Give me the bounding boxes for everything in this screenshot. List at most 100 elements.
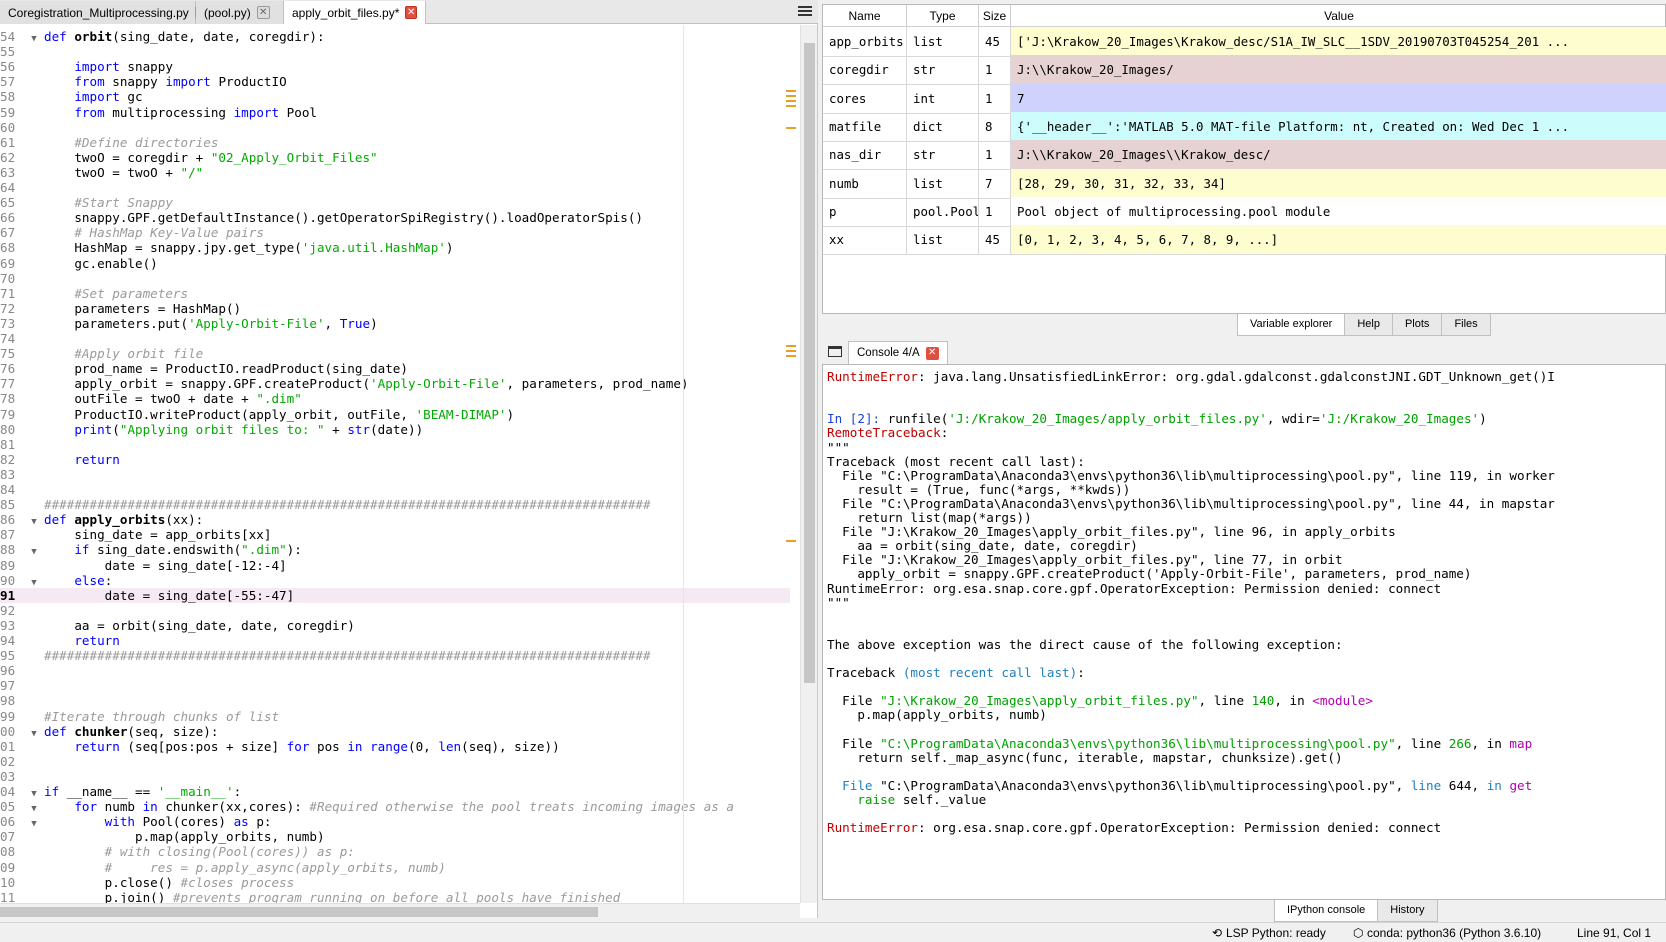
code-line[interactable]: 04 ▼ if __name__ == '__main__': xyxy=(0,784,790,799)
warning-marker[interactable] xyxy=(786,127,796,129)
close-tab-icon[interactable]: ✕ xyxy=(925,346,939,360)
column-header-value[interactable]: Value xyxy=(1011,5,1666,27)
ipython-console[interactable]: RuntimeError: java.lang.UnsatisfiedLinkE… xyxy=(822,364,1666,900)
warning-marker[interactable] xyxy=(786,345,796,347)
code-line[interactable]: 74 xyxy=(0,331,790,346)
column-header-size[interactable]: Size xyxy=(979,5,1011,27)
code-line[interactable]: 84 xyxy=(0,482,790,497)
hamburger-menu-icon[interactable] xyxy=(798,4,812,18)
scrollbar-thumb[interactable] xyxy=(804,43,815,683)
code-line[interactable]: 59 from multiprocessing import Pool xyxy=(0,105,790,120)
column-header-name[interactable]: Name xyxy=(823,5,907,27)
code-line[interactable]: 02 xyxy=(0,754,790,769)
folder-icon[interactable] xyxy=(828,346,842,357)
code-line[interactable]: 93 aa = orbit(sing_date, date, coregdir) xyxy=(0,618,790,633)
code-line[interactable]: 07 p.map(apply_orbits, numb) xyxy=(0,829,790,844)
code-line[interactable]: 94 return xyxy=(0,633,790,648)
variable-row[interactable]: cores int 1 7 xyxy=(823,83,1666,114)
code-line[interactable]: 71 #Set parameters xyxy=(0,286,790,301)
code-line[interactable]: 09 # res = p.apply_async(apply_orbits, n… xyxy=(0,860,790,875)
code-line[interactable]: 92 xyxy=(0,603,790,618)
code-line[interactable]: 98 xyxy=(0,693,790,708)
code-line[interactable]: 88 ▼ if sing_date.endswith(".dim"): xyxy=(0,542,790,557)
code-line[interactable]: 55 xyxy=(0,44,790,59)
tab-files[interactable]: Files xyxy=(1441,314,1491,336)
tab-help[interactable]: Help xyxy=(1344,314,1393,336)
code-line[interactable]: 76 prod_name = ProductIO.readProduct(sin… xyxy=(0,361,790,376)
code-line[interactable]: 72 parameters = HashMap() xyxy=(0,301,790,316)
code-line[interactable]: 91 date = sing_date[-55:-47] xyxy=(0,587,790,603)
code-line[interactable]: 78 outFile = twoO + date + ".dim" xyxy=(0,391,790,406)
variable-row[interactable]: app_orbits list 45 ['J:\Krakow_20_Images\Kr… xyxy=(823,27,1666,57)
code-line[interactable]: 10 p.close() #closes process xyxy=(0,875,790,890)
code-line[interactable]: 77 apply_orbit = snappy.GPF.createProduc… xyxy=(0,376,790,391)
warning-marker[interactable] xyxy=(786,540,796,542)
code-line[interactable]: 69 gc.enable() xyxy=(0,256,790,271)
code-line[interactable]: 73 parameters.put('Apply-Orbit-File', Tr… xyxy=(0,316,790,331)
variable-row[interactable]: p pool.Pool 1 Pool object of multiprocessin… xyxy=(823,196,1666,227)
code-line[interactable]: 57 from snappy import ProductIO xyxy=(0,74,790,89)
code-line[interactable]: 66 snappy.GPF.getDefaultInstance().getOp… xyxy=(0,210,790,225)
code-line[interactable]: 54 ▼ def orbit(sing_date, date, coregdir): xyxy=(0,29,790,44)
code-line[interactable]: 86 ▼ def apply_orbits(xx): xyxy=(0,512,790,527)
code-line[interactable]: 62 twoO = coregdir + "02_Apply_Orbit_Fil… xyxy=(0,150,790,165)
code-line[interactable]: 00 ▼ def chunker(seq, size): xyxy=(0,724,790,739)
code-line[interactable]: 87 sing_date = app_orbits[xx] xyxy=(0,527,790,542)
code-line[interactable]: 85 ######################################… xyxy=(0,497,790,512)
warning-marker[interactable] xyxy=(786,350,796,352)
warning-marker[interactable] xyxy=(786,355,796,357)
warning-marker[interactable] xyxy=(786,105,796,107)
code-line[interactable]: 80 print("Applying orbit files to: " + s… xyxy=(0,422,790,437)
code-line[interactable]: 97 xyxy=(0,678,790,693)
editor-vertical-scrollbar[interactable] xyxy=(800,25,817,903)
variable-row[interactable]: coregdir str 1 J:\\Krakow_20_Images/ xyxy=(823,55,1666,86)
variable-row[interactable]: nas_dir str 1 J:\\Krakow_20_Images\\Krakow_… xyxy=(823,140,1666,171)
tab-variable-explorer[interactable]: Variable explorer xyxy=(1237,314,1346,336)
code-line[interactable]: 58 import gc xyxy=(0,89,790,104)
code-line[interactable]: 11 p.join() #prevents program running on… xyxy=(0,890,790,903)
code-line[interactable]: 90 ▼ else: xyxy=(0,573,790,588)
code-line[interactable]: 75 #Apply orbit file xyxy=(0,346,790,361)
variable-row[interactable]: matfile dict 8 {'__header__':'MATLAB 5.0 MA… xyxy=(823,111,1666,142)
code-line[interactable]: 79 ProductIO.writeProduct(apply_orbit, o… xyxy=(0,407,790,422)
warning-marker[interactable] xyxy=(786,100,796,102)
code-line[interactable]: 67 # HashMap Key-Value pairs xyxy=(0,225,790,240)
code-line[interactable]: 96 xyxy=(0,663,790,678)
code-line[interactable]: 08 # with closing(Pool(cores)) as p: xyxy=(0,844,790,859)
column-header-type[interactable]: Type xyxy=(907,5,979,27)
code-line[interactable]: 01 return (seq[pos:pos + size] for pos i… xyxy=(0,739,790,754)
close-tab-icon[interactable]: ✕ xyxy=(256,6,270,19)
code-line[interactable]: 64 xyxy=(0,180,790,195)
tab-apply-orbit-files[interactable]: apply_orbit_files.py* ✕ xyxy=(284,1,426,24)
tab-console[interactable]: Console 4/A ✕ xyxy=(848,341,948,364)
warning-marker[interactable] xyxy=(786,90,796,92)
code-line[interactable]: 83 xyxy=(0,467,790,482)
code-line[interactable]: 89 date = sing_date[-12:-4] xyxy=(0,558,790,573)
tab-history[interactable]: History xyxy=(1377,900,1438,922)
scrollbar-thumb[interactable] xyxy=(0,907,598,917)
editor-horizontal-scrollbar[interactable] xyxy=(0,903,800,918)
code-line[interactable]: 70 xyxy=(0,271,790,286)
code-line[interactable]: 68 HashMap = snappy.jpy.get_type('java.u… xyxy=(0,240,790,255)
code-line[interactable]: 06 ▼ with Pool(cores) as p: xyxy=(0,814,790,829)
tab-coregistration-multiprocessing[interactable]: Coregistration_Multiprocessing.py ✕ xyxy=(0,1,206,24)
code-line[interactable]: 99 #Iterate through chunks of list xyxy=(0,709,790,724)
conda-status[interactable]: conda: python36 (Python 3.6.10) xyxy=(1367,926,1541,940)
code-line[interactable]: 56 import snappy xyxy=(0,59,790,74)
close-tab-icon[interactable]: ✕ xyxy=(405,6,417,19)
code-editor[interactable]: 54 ▼ def orbit(sing_date, date, coregdir):… xyxy=(0,25,800,903)
code-line[interactable]: 65 #Start Snappy xyxy=(0,195,790,210)
tab-plots[interactable]: Plots xyxy=(1391,314,1443,336)
code-line[interactable]: 63 twoO = twoO + "/" xyxy=(0,165,790,180)
variable-row[interactable]: numb list 7 [28, 29, 30, 31, 32, 33, 34] xyxy=(823,168,1666,199)
warning-marker[interactable] xyxy=(786,95,796,97)
tab-ipython-console[interactable]: IPython console xyxy=(1274,900,1379,922)
code-line[interactable]: 05 ▼ for numb in chunker(xx,cores): #Requ… xyxy=(0,799,790,814)
variable-row[interactable]: xx list 45 [0, 1, 2, 3, 4, 5, 6, 7, 8, 9, .… xyxy=(823,225,1666,256)
lsp-status[interactable]: LSP Python: ready xyxy=(1226,926,1326,940)
code-line[interactable]: 60 xyxy=(0,120,790,135)
code-line[interactable]: 95 ######################################… xyxy=(0,648,790,663)
code-line[interactable]: 03 xyxy=(0,769,790,784)
code-line[interactable]: 61 #Define directories xyxy=(0,135,790,150)
code-line[interactable]: 81 xyxy=(0,437,790,452)
